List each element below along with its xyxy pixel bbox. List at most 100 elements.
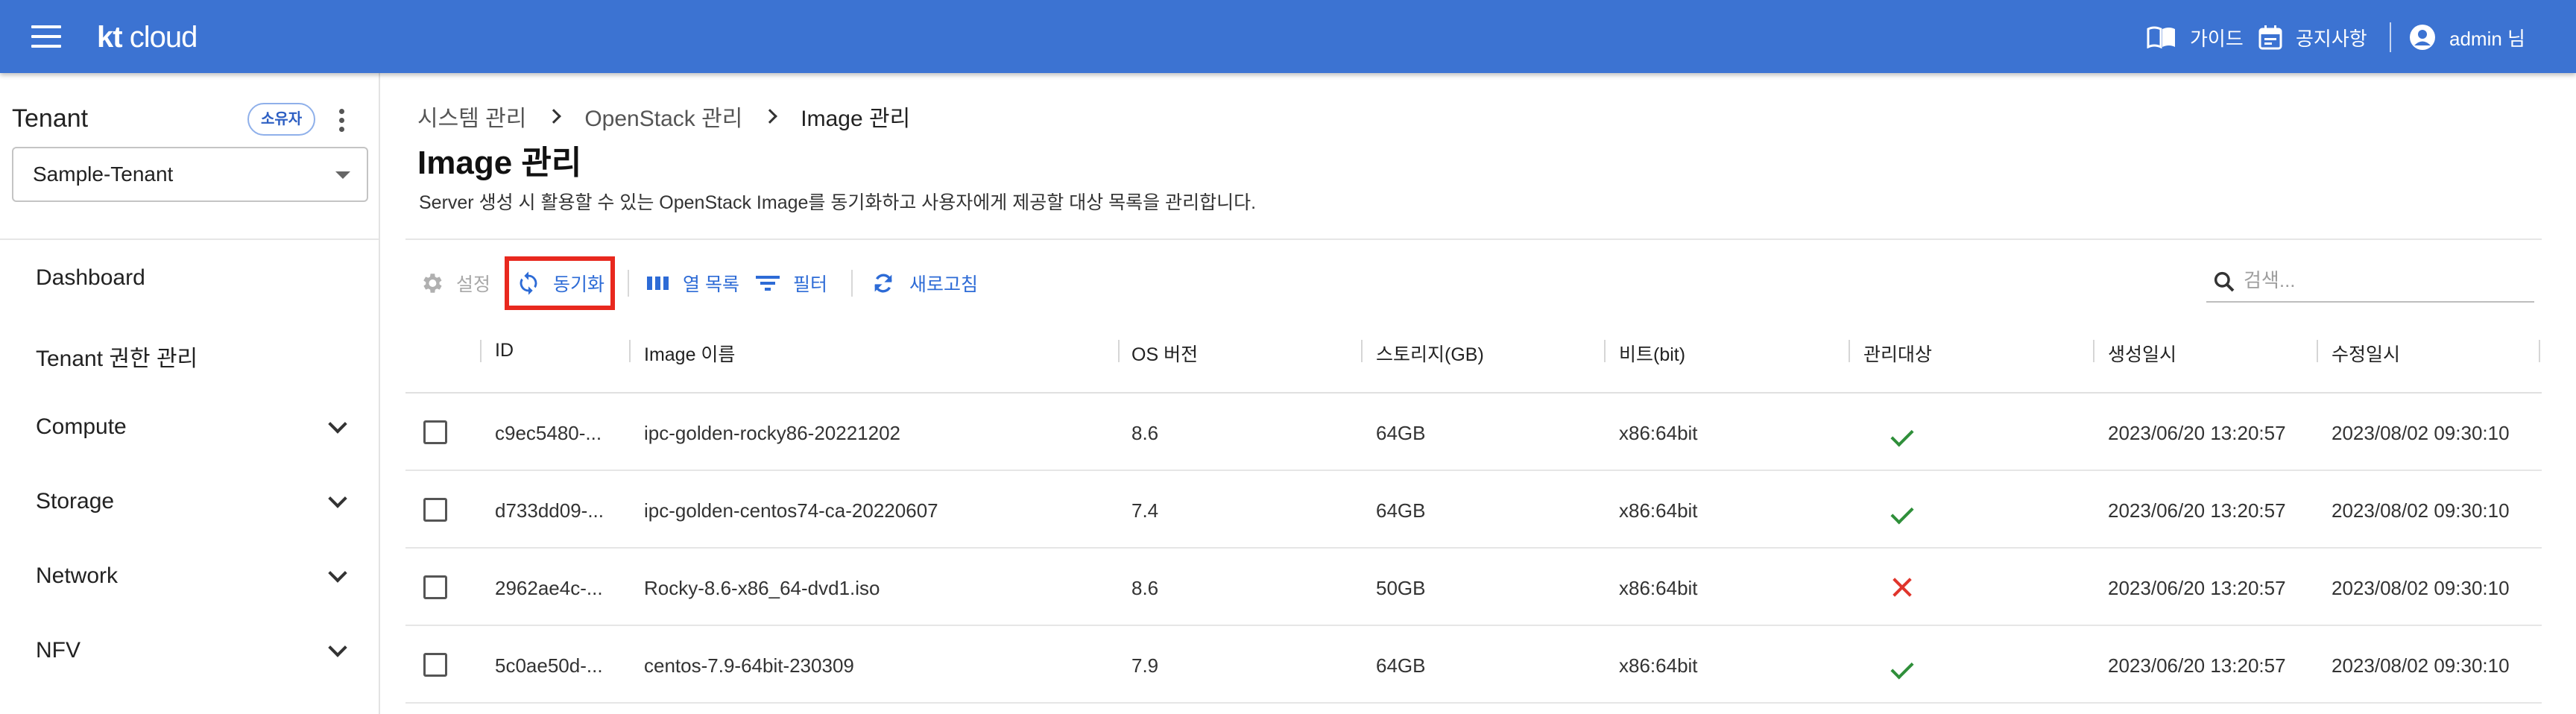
column-separator <box>2317 340 2318 362</box>
refresh-button[interactable]: 새로고침 <box>869 264 978 303</box>
check-icon <box>1890 656 1914 680</box>
settings-button[interactable]: 설정 <box>419 264 490 303</box>
check-icon <box>1890 501 1914 525</box>
columns-label: 열 목록 <box>683 274 739 295</box>
sync-highlight-box <box>505 256 615 310</box>
sidebar-item-dashboard[interactable]: Dashboard <box>0 244 379 312</box>
column-separator <box>480 340 482 362</box>
sidebar-item-compute[interactable]: Compute <box>0 394 379 461</box>
breadcrumb-item-system[interactable]: 시스템 관리 <box>417 100 526 133</box>
page-title: Image 관리 <box>417 145 582 181</box>
row-checkbox[interactable] <box>423 653 447 677</box>
chevron-down-icon <box>328 638 347 657</box>
column-header-created[interactable]: 생성일시 <box>2108 340 2176 367</box>
sidebar-item-tenant-permission[interactable]: Tenant 권한 관리 <box>0 319 379 386</box>
sidebar-item-network[interactable]: Network <box>0 543 379 610</box>
column-header-storage[interactable]: 스토리지(GB) <box>1376 340 1484 367</box>
cell-image-name: ipc-golden-rocky86-20221202 <box>644 422 901 444</box>
owner-badge: 소유자 <box>247 103 316 136</box>
cell-modified: 2023/08/02 09:30:10 <box>2332 654 2510 677</box>
chevron-down-icon <box>328 414 347 434</box>
cell-id: d733dd09-... <box>495 499 604 522</box>
cell-bit: x86:64bit <box>1619 577 1698 599</box>
column-header-managed[interactable]: 관리대상 <box>1863 340 1932 367</box>
header-divider <box>2390 22 2391 52</box>
check-icon <box>1890 423 1914 447</box>
tenant-select[interactable]: Sample-Tenant <box>12 147 368 202</box>
cell-image-name: Rocky-8.6-x86_64-dvd1.iso <box>644 577 880 599</box>
sidebar-item-label: Storage <box>36 489 115 514</box>
filter-button[interactable]: 필터 <box>754 264 827 303</box>
cell-created: 2023/06/20 13:20:57 <box>2108 577 2286 599</box>
breadcrumb-item-openstack[interactable]: OpenStack 관리 <box>584 100 742 133</box>
cell-created: 2023/06/20 13:20:57 <box>2108 422 2286 444</box>
page-description: Server 생성 시 활용할 수 있는 OpenStack Image를 동기… <box>419 192 1257 213</box>
table-row[interactable]: c9ec5480-... ipc-golden-rocky86-20221202… <box>405 394 2542 471</box>
row-checkbox[interactable] <box>423 498 447 522</box>
book-icon <box>2147 26 2175 48</box>
row-checkbox[interactable] <box>423 575 447 599</box>
sidebar-item-storage[interactable]: Storage <box>0 468 379 535</box>
logo-kt-text: kt <box>97 21 123 54</box>
sidebar-item-nfv[interactable]: NFV <box>0 617 379 684</box>
close-icon <box>1890 575 1914 599</box>
cell-modified: 2023/08/02 09:30:10 <box>2332 577 2510 599</box>
notice-link[interactable]: 공지사항 <box>2258 22 2367 52</box>
cell-image-name: ipc-golden-centos74-ca-20220607 <box>644 499 938 522</box>
view-column-icon <box>647 277 669 290</box>
cell-os-version: 7.9 <box>1131 654 1159 677</box>
tenant-select-value: Sample-Tenant <box>33 162 174 186</box>
filter-icon <box>756 276 780 291</box>
kt-cloud-logo[interactable]: kt cloud <box>97 16 198 58</box>
search-field[interactable] <box>2206 261 2534 303</box>
toolbar-divider <box>628 270 629 297</box>
column-header-image-name[interactable]: Image 이름 <box>644 340 735 367</box>
account-circle-icon <box>2410 25 2435 50</box>
column-separator <box>1604 340 1606 362</box>
cell-storage: 64GB <box>1376 499 1426 522</box>
breadcrumb-item-current: Image 관리 <box>801 107 911 131</box>
settings-label: 설정 <box>456 274 491 295</box>
sidebar-item-label: Network <box>36 563 119 588</box>
menu-icon[interactable] <box>31 25 61 48</box>
table-row[interactable]: 5c0ae50d-... centos-7.9-64bit-230309 7.9… <box>405 626 2542 704</box>
cell-storage: 64GB <box>1376 654 1426 677</box>
chevron-right-icon <box>546 109 562 124</box>
cell-modified: 2023/08/02 09:30:10 <box>2332 499 2510 522</box>
toolbar-divider <box>851 270 853 297</box>
more-vert-icon[interactable] <box>334 107 349 134</box>
chevron-right-icon <box>763 109 778 124</box>
columns-button[interactable]: 열 목록 <box>645 264 739 303</box>
chevron-down-icon <box>328 563 347 583</box>
column-separator <box>1849 340 1850 362</box>
calendar-icon <box>2258 25 2282 50</box>
sidebar-item-label: Compute <box>36 414 127 439</box>
table-row[interactable]: d733dd09-... ipc-golden-centos74-ca-2022… <box>405 471 2542 549</box>
column-separator <box>2539 340 2540 362</box>
logo-cloud-text: cloud <box>129 21 198 54</box>
user-menu[interactable]: admin 님 <box>2409 22 2525 52</box>
row-checkbox[interactable] <box>423 420 447 444</box>
column-header-os-version[interactable]: OS 버전 <box>1131 340 1198 367</box>
sidebar-item-label: NFV <box>36 638 80 663</box>
search-input[interactable] <box>2244 265 2527 295</box>
cell-id: 2962ae4c-... <box>495 577 603 599</box>
column-header-id[interactable]: ID <box>495 340 514 361</box>
search-icon <box>2214 271 2235 292</box>
top-app-bar: kt cloud 가이드 공지사항 admin 님 <box>0 0 2576 73</box>
cell-bit: x86:64bit <box>1619 499 1698 522</box>
table-row[interactable]: 2962ae4c-... Rocky-8.6-x86_64-dvd1.iso 8… <box>405 549 2542 626</box>
sidebar-item-label: Dashboard <box>36 265 145 290</box>
tenant-title: Tenant <box>12 104 89 133</box>
cell-bit: x86:64bit <box>1619 422 1698 444</box>
content-divider <box>405 238 2542 240</box>
column-header-modified[interactable]: 수정일시 <box>2332 340 2400 367</box>
cell-created: 2023/06/20 13:20:57 <box>2108 654 2286 677</box>
dropdown-arrow-icon <box>335 171 350 179</box>
column-header-bit[interactable]: 비트(bit) <box>1619 340 1685 367</box>
cell-storage: 64GB <box>1376 422 1426 444</box>
refresh-icon <box>874 274 892 293</box>
cell-id: c9ec5480-... <box>495 422 602 444</box>
guide-link[interactable]: 가이드 <box>2147 22 2244 52</box>
column-separator <box>2093 340 2094 362</box>
